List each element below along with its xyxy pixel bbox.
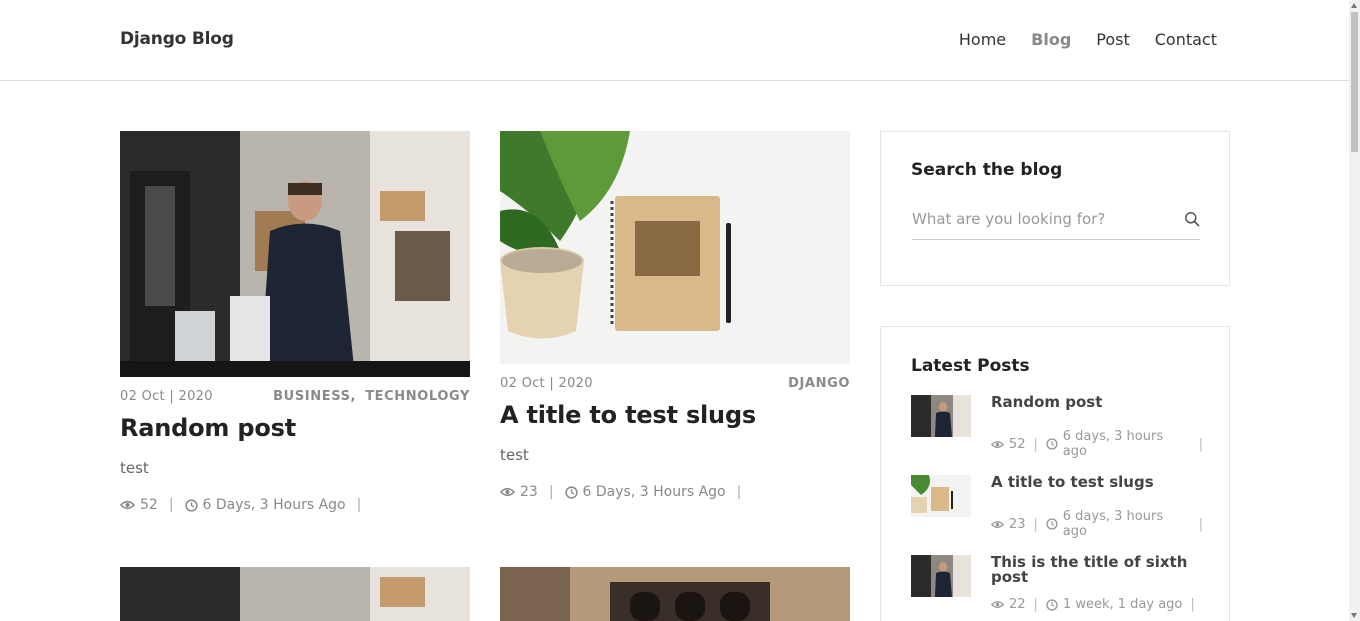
latest-post-thumbnail[interactable] [911,475,971,517]
post-excerpt: test [120,459,149,477]
separator: | [1198,436,1203,452]
post-time-ago: 1 week, 1 day ago [1062,597,1183,612]
post-thumbnail-building[interactable] [500,567,850,621]
nav-post[interactable]: Post [1096,30,1129,49]
search-box [912,209,1200,240]
scroll-down-arrow-icon[interactable] [1351,613,1357,618]
post-stats: 23 | 6 Days, 3 Hours Ago | [500,484,850,500]
view-count: 23 [1008,516,1026,532]
eye-icon [500,487,515,497]
separator: | [736,484,742,500]
latest-post-stats: 23 | 6 days, 3 hours ago | [991,509,1211,539]
view-count: 23 [520,484,538,500]
search-icon[interactable] [1184,211,1200,227]
post-title[interactable]: Random post [120,414,470,442]
scroll-up-arrow-icon[interactable] [1351,3,1357,8]
site-brand[interactable]: Django Blog [120,29,234,49]
category-django[interactable]: DJANGO [788,376,850,391]
search-widget-title: Search the blog [911,160,1063,180]
clock-icon [1046,438,1058,450]
eye-icon [991,601,1004,608]
page-scrollbar[interactable] [1349,0,1360,621]
search-input[interactable] [912,210,1172,228]
post-card: 02 Oct | 2020 DJANGO A title to test slu… [500,131,850,500]
post-thumbnail-barista[interactable] [120,131,470,377]
separator: | [1198,516,1203,532]
latest-post-thumbnail[interactable] [911,555,971,597]
separator: | [168,497,174,513]
category-business[interactable]: BUSINESS, [273,389,356,404]
separator: | [1033,516,1038,532]
latest-post-title[interactable]: A title to test slugs [991,475,1191,490]
post-time-ago: 6 days, 3 hours ago [1062,509,1164,539]
post-thumbnail-notebook[interactable] [500,131,850,364]
eye-icon [991,520,1004,528]
latest-post-stats: 52 | 6 days, 3 hours ago | [991,429,1211,459]
view-count: 22 [1009,597,1026,612]
nav-blog[interactable]: Blog [1031,30,1071,49]
navbar: Django Blog Home Blog Post Contact [0,0,1349,81]
post-time-ago: 6 Days, 3 Hours Ago [582,484,726,500]
post-stats: 52 | 6 Days, 3 Hours Ago | [120,497,470,513]
post-title[interactable]: A title to test slugs [500,401,850,429]
separator: | [1033,436,1038,452]
eye-icon [120,500,135,510]
post-date: 02 Oct | 2020 [500,376,593,391]
scrollbar-thumb[interactable] [1351,12,1358,152]
category-technology[interactable]: TECHNOLOGY [365,389,470,404]
post-excerpt: test [500,446,529,464]
post-categories: DJANGO [784,376,850,391]
post-thumbnail-barista[interactable] [120,567,470,621]
nav-home[interactable]: Home [959,30,1006,49]
latest-posts-title: Latest Posts [911,356,1030,376]
separator: | [356,497,362,513]
clock-icon [1046,598,1058,611]
post-date: 02 Oct | 2020 [120,389,213,404]
main-nav: Home Blog Post Contact [934,30,1217,49]
clock-icon [564,485,578,499]
view-count: 52 [140,497,158,513]
search-widget: Search the blog [880,131,1230,286]
view-count: 52 [1008,436,1026,452]
eye-icon [991,440,1004,448]
clock-icon [184,498,198,512]
latest-post-title[interactable]: This is the title of sixth post [991,555,1191,585]
latest-posts-widget: Latest Posts Random post 52 | 6 days, 3 … [880,326,1230,621]
latest-post-title[interactable]: Random post [991,395,1191,410]
separator: | [548,484,554,500]
separator: | [1190,597,1195,612]
separator: | [1033,597,1038,612]
nav-contact[interactable]: Contact [1155,30,1217,49]
latest-post-thumbnail[interactable] [911,395,971,437]
post-categories: BUSINESS, TECHNOLOGY [269,389,470,404]
post-card: 02 Oct | 2020 BUSINESS, TECHNOLOGY Rando… [120,131,470,513]
post-time-ago: 6 days, 3 hours ago [1062,429,1164,459]
post-time-ago: 6 Days, 3 Hours Ago [202,497,346,513]
clock-icon [1046,518,1058,530]
latest-post-stats: 22 | 1 week, 1 day ago | [991,597,1203,612]
